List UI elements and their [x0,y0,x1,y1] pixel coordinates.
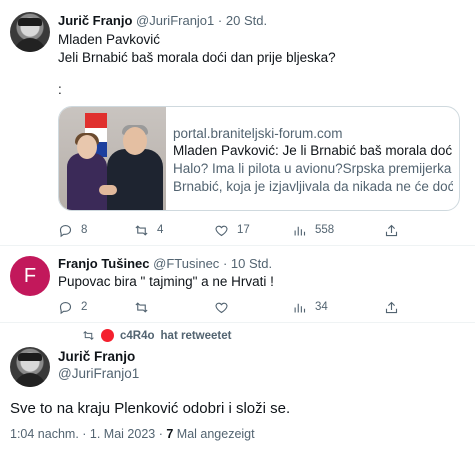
author-handle[interactable]: @FTusinec [153,256,219,271]
view-label: Mal angezeigt [176,427,255,441]
author-handle[interactable]: @JuriFranjo1 [136,13,214,28]
avatar[interactable]: F [10,256,50,296]
retweet-button[interactable] [134,298,149,316]
avatar-letter: F [23,264,37,287]
heart-icon [215,302,228,313]
share-icon [385,224,398,236]
retweet-button[interactable]: 4 [134,221,163,239]
divider [0,322,475,323]
tweet-timestamp[interactable]: 1:04 nachm. · 1. Mai 2023 · [10,427,163,441]
views-button[interactable]: 558 [292,221,334,239]
retweeter-avatar [101,329,114,342]
avatar[interactable] [10,12,50,52]
views-button[interactable]: 34 [292,298,328,316]
reply-icon [59,301,72,314]
card-title: Mladen Pavković: Je li Brnabić baš moral… [173,143,453,158]
reply-count: 8 [81,224,88,236]
tweet-header: Franjo Tušinec @FTusinec · 10 Std. [58,256,272,271]
tweet-meta: 1:04 nachm. · 1. Mai 2023 · 7 Mal angeze… [10,427,255,441]
like-button[interactable]: 17 [214,221,250,239]
separator-dot: · [217,13,223,28]
retweet-icon [135,301,148,313]
retweeted-by-bar[interactable]: c4R4o hat retweetet [82,329,231,342]
retweet-icon [135,224,148,236]
tweet-text: Pupovac bira " tajming" a ne Hrvati ! [58,274,274,289]
card-description: Brnabić, koja je izjavljivala da nikada … [173,179,453,194]
avatar[interactable] [10,347,50,387]
retweeter-name[interactable]: c4R4o [120,330,155,342]
main-author: Jurič Franjo @JuriFranjo1 [58,348,139,382]
retweet-label: hat retweetet [160,329,232,342]
reply-count: 2 [81,301,88,313]
author-handle[interactable]: @JuriFranjo1 [58,365,139,382]
tweet-header: Jurič Franjo @JuriFranjo1 · 20 Std. [58,13,267,28]
tweet-text-line-3: : [58,82,62,97]
tweet-1[interactable]: Jurič Franjo @JuriFranjo1 · 20 Std. Mlad… [0,0,475,245]
like-button[interactable] [214,298,229,316]
separator-dot: · [222,256,228,271]
like-count: 17 [237,224,250,236]
tweet-2[interactable]: F Franjo Tušinec @FTusinec · 10 Std. Pup… [0,246,475,322]
view-count: 558 [315,224,335,236]
retweet-icon [83,331,94,340]
card-description: Halo? Ima li pilota u avionu?Srpska prem… [173,161,453,176]
reply-button[interactable]: 2 [58,298,87,316]
tweet-text-line-1: Mladen Pavković [58,32,161,47]
tweet-text-line-2: Jeli Brnabić baš morala doći dan prije b… [58,50,336,65]
reply-icon [59,224,72,237]
heart-icon [215,225,228,236]
share-button[interactable] [384,298,399,316]
views-icon [294,303,306,312]
view-count: 7 [166,427,174,441]
author-name[interactable]: Jurič Franjo [58,348,139,365]
views-icon [294,226,306,235]
share-icon [385,301,398,313]
author-name[interactable]: Jurič Franjo [58,13,132,28]
author-name[interactable]: Franjo Tušinec [58,256,150,271]
main-tweet-text: Sve to na kraju Plenković odobri i složi… [10,400,291,417]
view-count: 34 [315,301,328,313]
link-card[interactable]: portal.braniteljski-forum.com Mladen Pav… [58,106,460,211]
share-button[interactable] [384,221,399,239]
reply-button[interactable]: 8 [58,221,87,239]
card-image [59,107,166,210]
tweet-time[interactable]: 10 Std. [231,256,272,271]
card-domain: portal.braniteljski-forum.com [173,126,343,141]
retweet-count: 4 [157,224,164,236]
tweet-time[interactable]: 20 Std. [226,13,267,28]
